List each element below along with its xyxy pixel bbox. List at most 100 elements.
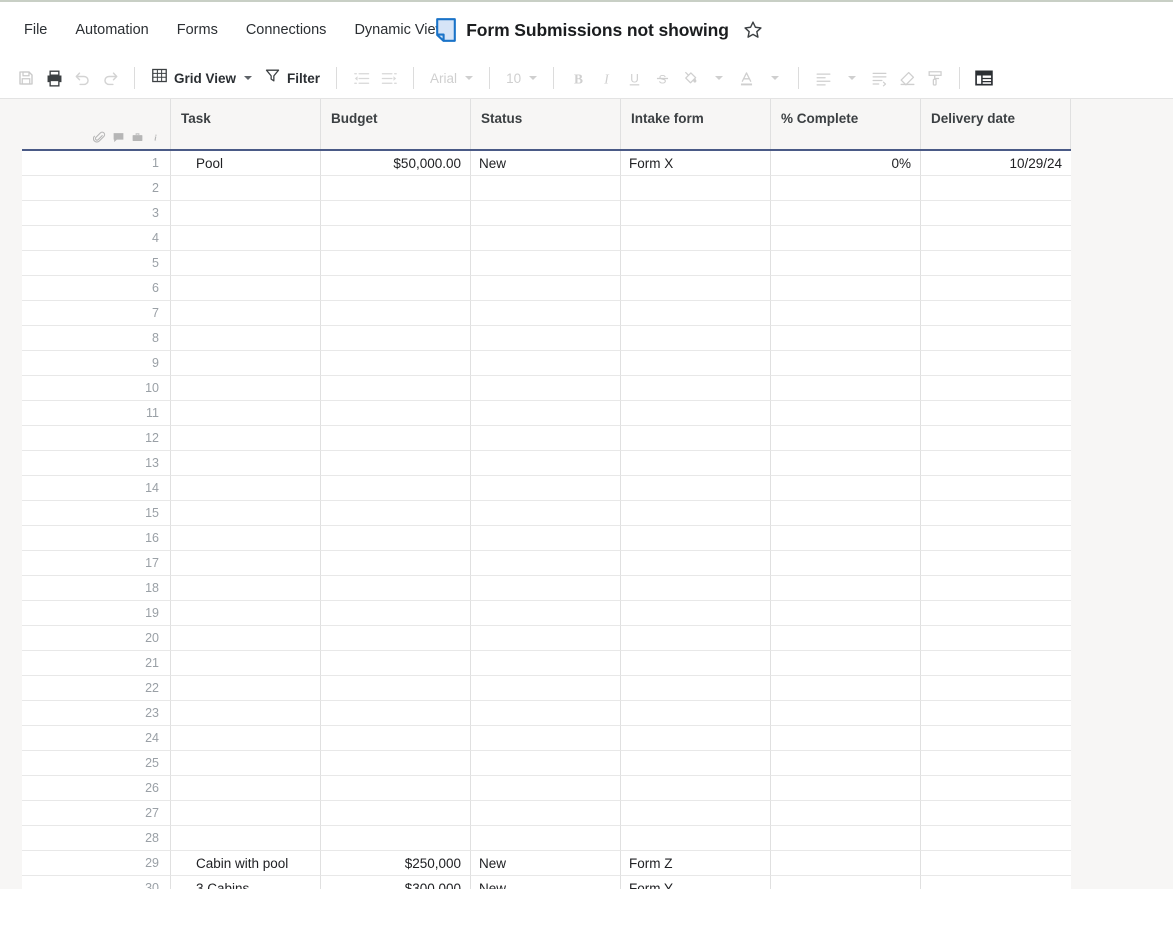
- table-row[interactable]: 6: [22, 276, 1071, 301]
- cell-delivery-date[interactable]: [921, 351, 1071, 376]
- cell-status[interactable]: [471, 451, 621, 476]
- cell-budget[interactable]: [321, 326, 471, 351]
- eraser-icon[interactable]: [893, 63, 921, 93]
- cell-percent-complete[interactable]: [771, 826, 921, 851]
- table-row[interactable]: 5: [22, 251, 1071, 276]
- cell-status[interactable]: [471, 226, 621, 251]
- cell-status[interactable]: [471, 676, 621, 701]
- cell-intake-form[interactable]: [621, 376, 771, 401]
- cell-status[interactable]: [471, 201, 621, 226]
- redo-icon[interactable]: [96, 63, 124, 93]
- cell-delivery-date[interactable]: [921, 376, 1071, 401]
- table-row[interactable]: 25: [22, 751, 1071, 776]
- cell-intake-form[interactable]: Form Z: [621, 851, 771, 876]
- cell-delivery-date[interactable]: [921, 701, 1071, 726]
- cell-budget[interactable]: [321, 776, 471, 801]
- cell-intake-form[interactable]: [621, 701, 771, 726]
- cell-status[interactable]: [471, 351, 621, 376]
- table-row[interactable]: 28: [22, 826, 1071, 851]
- cell-delivery-date[interactable]: [921, 776, 1071, 801]
- table-row[interactable]: 21: [22, 651, 1071, 676]
- star-outline-icon[interactable]: [743, 20, 763, 40]
- cell-status[interactable]: [471, 576, 621, 601]
- cell-intake-form[interactable]: Form Y: [621, 876, 771, 889]
- cell-intake-form[interactable]: [621, 201, 771, 226]
- cell-delivery-date[interactable]: [921, 426, 1071, 451]
- cell-status[interactable]: New: [471, 876, 621, 889]
- table-row[interactable]: 14: [22, 476, 1071, 501]
- card-view-icon[interactable]: [970, 63, 998, 93]
- column-header-intake-form[interactable]: Intake form: [621, 99, 771, 149]
- cell-budget[interactable]: [321, 551, 471, 576]
- cell-delivery-date[interactable]: [921, 251, 1071, 276]
- cell-delivery-date[interactable]: [921, 876, 1071, 889]
- cell-percent-complete[interactable]: [771, 651, 921, 676]
- cell-task[interactable]: [171, 651, 321, 676]
- column-header-status[interactable]: Status: [471, 99, 621, 149]
- cell-intake-form[interactable]: [621, 326, 771, 351]
- cell-percent-complete[interactable]: [771, 876, 921, 889]
- table-row[interactable]: 30 3 Cabins $300,000 New Form Y: [22, 876, 1071, 889]
- cell-status[interactable]: [471, 601, 621, 626]
- align-left-icon[interactable]: [809, 63, 837, 93]
- cell-budget[interactable]: [321, 226, 471, 251]
- cell-status[interactable]: [471, 526, 621, 551]
- align-dropdown[interactable]: [837, 63, 865, 93]
- spreadsheet-grid[interactable]: i Task Budget Status Intake form % Compl…: [22, 99, 1071, 889]
- cell-intake-form[interactable]: [621, 451, 771, 476]
- cell-intake-form[interactable]: [621, 401, 771, 426]
- menu-item-file[interactable]: File: [24, 23, 47, 38]
- cell-task[interactable]: 3 Cabins: [171, 876, 321, 889]
- cell-status[interactable]: [471, 326, 621, 351]
- cell-status[interactable]: [471, 426, 621, 451]
- cell-budget[interactable]: $50,000.00: [321, 151, 471, 176]
- cell-status[interactable]: [471, 826, 621, 851]
- cell-task[interactable]: [171, 526, 321, 551]
- cell-budget[interactable]: $250,000: [321, 851, 471, 876]
- cell-intake-form[interactable]: [621, 601, 771, 626]
- menu-item-dynamic-view[interactable]: Dynamic View: [354, 23, 446, 38]
- text-color-dropdown[interactable]: [760, 63, 788, 93]
- cell-intake-form[interactable]: [621, 526, 771, 551]
- cell-delivery-date[interactable]: [921, 801, 1071, 826]
- cell-intake-form[interactable]: [621, 226, 771, 251]
- cell-status[interactable]: [471, 401, 621, 426]
- cell-intake-form[interactable]: [621, 551, 771, 576]
- column-header-delivery-date[interactable]: Delivery date: [921, 99, 1071, 149]
- table-row[interactable]: 17: [22, 551, 1071, 576]
- table-row[interactable]: 27: [22, 801, 1071, 826]
- cell-budget[interactable]: [321, 676, 471, 701]
- cell-task[interactable]: [171, 576, 321, 601]
- table-row[interactable]: 29 Cabin with pool $250,000 New Form Z: [22, 851, 1071, 876]
- cell-budget[interactable]: [321, 476, 471, 501]
- cell-delivery-date[interactable]: [921, 326, 1071, 351]
- column-header-percent-complete[interactable]: % Complete: [771, 99, 921, 149]
- cell-status[interactable]: New: [471, 851, 621, 876]
- cell-intake-form[interactable]: [621, 476, 771, 501]
- table-row[interactable]: 15: [22, 501, 1071, 526]
- cell-percent-complete[interactable]: [771, 326, 921, 351]
- cell-status[interactable]: [471, 376, 621, 401]
- cell-percent-complete[interactable]: [771, 476, 921, 501]
- cell-intake-form[interactable]: [621, 576, 771, 601]
- cell-intake-form[interactable]: [621, 801, 771, 826]
- cell-task[interactable]: [171, 226, 321, 251]
- cell-percent-complete[interactable]: [771, 301, 921, 326]
- cell-intake-form[interactable]: [621, 826, 771, 851]
- cell-percent-complete[interactable]: [771, 351, 921, 376]
- cell-budget[interactable]: [321, 176, 471, 201]
- cell-task[interactable]: [171, 276, 321, 301]
- cell-percent-complete[interactable]: 0%: [771, 151, 921, 176]
- cell-task[interactable]: [171, 201, 321, 226]
- format-painter-icon[interactable]: [921, 63, 949, 93]
- cell-delivery-date[interactable]: [921, 401, 1071, 426]
- cell-delivery-date[interactable]: [921, 451, 1071, 476]
- cell-intake-form[interactable]: [621, 626, 771, 651]
- table-row[interactable]: 22: [22, 676, 1071, 701]
- cell-task[interactable]: [171, 701, 321, 726]
- table-row[interactable]: 26: [22, 776, 1071, 801]
- cell-status[interactable]: [471, 551, 621, 576]
- cell-intake-form[interactable]: [621, 351, 771, 376]
- cell-task[interactable]: [171, 601, 321, 626]
- strikethrough-button[interactable]: S: [648, 63, 676, 93]
